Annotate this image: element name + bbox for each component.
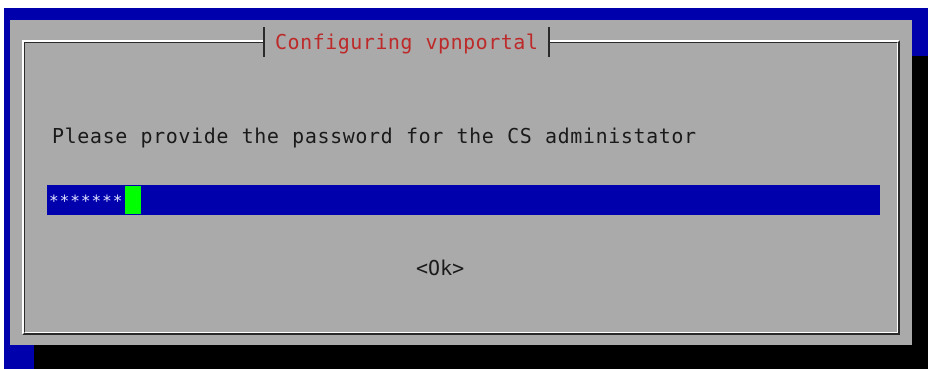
dialog-title: Configuring vpnportal	[275, 30, 539, 54]
text-cursor	[125, 186, 142, 214]
password-prompt: Please provide the password for the CS a…	[52, 124, 697, 148]
password-value: *******	[49, 190, 124, 210]
config-dialog: Configuring vpnportal	[10, 20, 912, 345]
terminal-screen: Configuring vpnportal Please provide the…	[0, 0, 928, 369]
dialog-title-box: Configuring vpnportal	[263, 27, 551, 57]
dialog-shadow-bottom	[34, 345, 928, 369]
dialog-shadow-right	[912, 56, 928, 356]
password-input[interactable]: *******	[47, 185, 880, 215]
ok-button[interactable]: <Ok>	[416, 256, 464, 280]
